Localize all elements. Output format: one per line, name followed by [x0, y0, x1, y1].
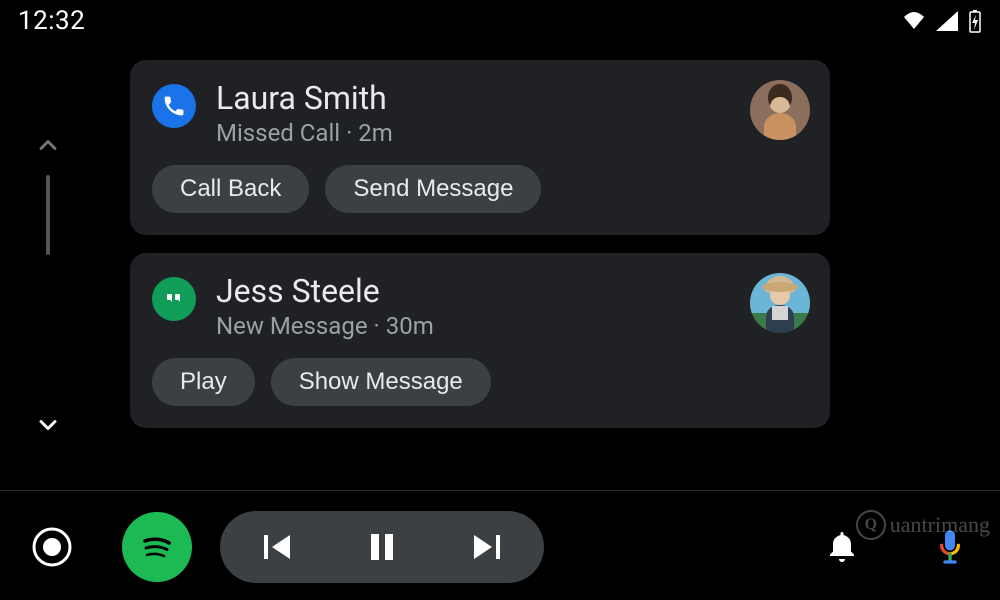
scroll-up-button[interactable]: [28, 125, 68, 165]
notification-subtitle: Missed Call · 2m: [216, 119, 808, 147]
avatar: [750, 80, 810, 140]
send-message-button[interactable]: Send Message: [325, 165, 541, 213]
call-back-button[interactable]: Call Back: [152, 165, 309, 213]
scroll-indicator: [18, 125, 78, 445]
scroll-down-button[interactable]: [28, 405, 68, 445]
contact-name: Laura Smith: [216, 80, 808, 117]
battery-icon: [968, 9, 982, 33]
previous-track-button[interactable]: [256, 525, 300, 569]
bottom-nav: [0, 494, 1000, 600]
notification-card[interactable]: Jess Steele New Message · 30m Play Show …: [130, 253, 830, 428]
phone-icon: [152, 84, 196, 128]
notifications-button[interactable]: [818, 523, 866, 571]
notification-subtitle: New Message · 30m: [216, 312, 808, 340]
status-bar: 12:32: [0, 0, 1000, 42]
contact-name: Jess Steele: [216, 273, 808, 310]
clock: 12:32: [18, 6, 85, 36]
wifi-icon: [902, 11, 926, 31]
notification-card[interactable]: Laura Smith Missed Call · 2m Call Back S…: [130, 60, 830, 235]
next-track-button[interactable]: [464, 525, 508, 569]
avatar: [750, 273, 810, 333]
status-icons: [902, 9, 982, 33]
spotify-app-icon[interactable]: [122, 512, 192, 582]
show-message-button[interactable]: Show Message: [271, 358, 491, 406]
hangouts-icon: [152, 277, 196, 321]
pause-button[interactable]: [360, 525, 404, 569]
play-button[interactable]: Play: [152, 358, 255, 406]
voice-assistant-button[interactable]: [926, 523, 974, 571]
nav-divider: [0, 490, 1000, 491]
notification-list: Laura Smith Missed Call · 2m Call Back S…: [130, 60, 830, 446]
launcher-button[interactable]: [26, 521, 78, 573]
cell-signal-icon: [936, 11, 958, 31]
media-controls: [220, 511, 544, 583]
scroll-track: [46, 175, 50, 255]
